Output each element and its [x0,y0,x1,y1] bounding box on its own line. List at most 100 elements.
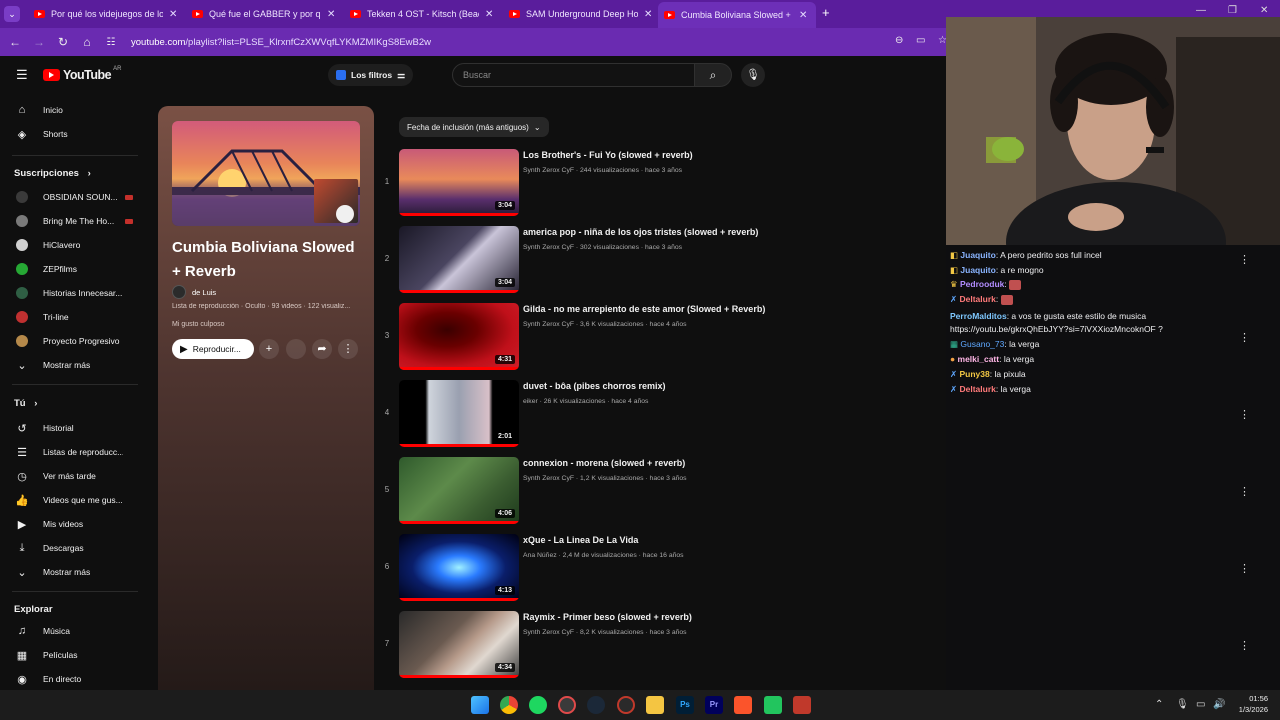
close-tab-icon[interactable]: ✕ [644,9,652,20]
playlist-video-row[interactable]: 5 4:06 connexion - morena (slowed + reve… [380,457,940,529]
site-info-icon[interactable]: ☷ [99,37,123,48]
browser-tab[interactable]: Tekken 4 OST - Kitsch (Beach St ✕ [344,4,493,24]
app-icon[interactable] [558,696,576,714]
more-options-button[interactable]: ⋮ [338,339,358,359]
playlist-video-row[interactable]: 1 3:04 Los Brother's - Fui Yo (slowed + … [380,149,940,221]
playlist-owner[interactable]: de Luis [172,285,216,299]
home-icon[interactable]: ⌂ [75,35,99,49]
sidebar-item-channel[interactable]: ZEPfilms [0,258,138,280]
sidebar-item-channel[interactable]: OBSIDIAN SOUN... [0,186,138,208]
video-thumbnail[interactable]: 4:31 [399,303,519,370]
app-icon-2[interactable] [617,696,635,714]
playlist-cover-thumbnail[interactable] [172,121,360,226]
video-title[interactable]: Los Brother's - Fui Yo (slowed + reverb) [523,150,693,160]
browser-tab[interactable]: Por qué los videjuegos de los 2 ✕ [28,4,177,24]
sidebar-item-downloads[interactable]: ⤓ Descargas [0,537,138,559]
playlist-video-row[interactable]: 4 2:01 duvet - bôa (pibes chorros remix)… [380,380,940,452]
sort-dropdown[interactable]: Fecha de inclusión (más antiguos) ⌄ [399,117,549,137]
video-thumbnail[interactable]: 3:04 [399,149,519,216]
more-vertical-icon[interactable]: ⋮ [1239,562,1250,575]
more-vertical-icon[interactable]: ⋮ [1239,485,1250,498]
maximize-window-icon[interactable]: ❐ [1228,5,1237,16]
playlist-video-row[interactable]: 2 3:04 america pop - niña de los ojos tr… [380,226,940,298]
sidebar-item-channel[interactable]: Tri-line [0,306,138,328]
video-title[interactable]: duvet - bôa (pibes chorros remix) [523,381,666,391]
video-thumbnail[interactable]: 4:13 [399,534,519,601]
playlist-video-row[interactable]: 6 4:13 xQue - La Linea De La Vida Ana Nú… [380,534,940,606]
you-header[interactable]: Tú › [14,398,37,409]
browser-tab[interactable]: Qué fue el GABBER y por qué a ✕ [186,4,335,24]
video-thumbnail[interactable]: 4:34 [399,611,519,678]
url-field[interactable]: youtube.com/playlist?list=PLSE_KlrxnfCzX… [131,37,431,48]
sidebar-item-liked[interactable]: 👍 Videos que me gus... [0,489,138,511]
sidebar-item-shorts[interactable]: ◈ Shorts [0,123,138,145]
filters-button[interactable]: Los filtros ⚌ [328,64,414,86]
windows-start-icon[interactable] [471,696,489,714]
chat-username[interactable]: Deltalurk [960,294,996,304]
video-thumbnail[interactable]: 4:06 [399,457,519,524]
brave-icon[interactable] [734,696,752,714]
sidebar-item-playlists[interactable]: ☰ Listas de reproducc... [0,441,138,463]
video-title[interactable]: Raymix - Primer beso (slowed + reverb) [523,612,692,622]
chrome-icon[interactable] [500,696,518,714]
minimize-window-icon[interactable]: — [1196,5,1206,16]
video-title[interactable]: connexion - morena (slowed + reverb) [523,458,685,468]
save-playlist-button[interactable]: + [259,339,279,359]
chat-username[interactable]: Juaquito [960,250,995,260]
forward-icon[interactable]: → [27,35,51,49]
back-icon[interactable]: ← [3,35,27,49]
more-vertical-icon[interactable]: ⋮ [1239,408,1250,421]
sidebar-show-more[interactable]: ⌄ Mostrar más [0,561,138,583]
search-button[interactable]: ⌕ [694,63,732,87]
zoom-icon[interactable]: ⊖ [895,35,903,46]
more-vertical-icon[interactable]: ⋮ [1239,639,1250,652]
taskbar-clock[interactable]: 01:56 1/3/2026 [1239,693,1268,715]
more-vertical-icon[interactable]: ⋮ [1239,253,1250,266]
chat-username[interactable]: Gusano_73 [960,339,1004,349]
new-tab-button[interactable]: + [822,5,830,20]
sidebar-item-channel[interactable]: Historias Innecesar... [0,282,138,304]
close-tab-icon[interactable]: ✕ [327,9,335,20]
chat-username[interactable]: Pedrooduk [960,279,1004,289]
sidebar-item-channel[interactable]: Proyecto Progresivo [0,330,138,352]
cast-icon[interactable]: ▭ [916,35,925,46]
subscriptions-header[interactable]: Suscripciones › [14,168,91,179]
sidebar-show-more[interactable]: ⌄ Mostrar más [0,354,138,376]
app-green-icon[interactable] [764,696,782,714]
chat-username[interactable]: melki_catt [958,354,1000,364]
share-button[interactable]: ➦ [312,339,332,359]
sidebar-item-movies[interactable]: ▦ Películas [0,644,138,666]
voicemeeter-icon[interactable] [793,696,811,714]
video-title[interactable]: america pop - niña de los ojos tristes (… [523,227,758,237]
volume-icon[interactable]: 🔊 [1213,699,1225,710]
chevron-up-icon[interactable]: ⌃ [1155,699,1163,710]
steam-icon[interactable] [587,696,605,714]
close-tab-icon[interactable]: ✕ [485,9,493,20]
close-window-icon[interactable]: ✕ [1260,5,1268,16]
video-thumbnail[interactable]: 2:01 [399,380,519,447]
chat-link[interactable]: https://youtu.be/gkrxQhEbJYY?si=7iVXXioz… [950,324,1163,334]
sidebar-item-watch-later[interactable]: ◷ Ver más tarde [0,465,138,487]
sidebar-item-channel[interactable]: HiClavero [0,234,138,256]
search-input[interactable]: Buscar [452,63,695,87]
playlist-video-row[interactable]: 3 4:31 Gilda - no me arrepiento de este … [380,303,940,375]
sidebar-item-music[interactable]: ♫ Música [0,620,138,642]
chat-username[interactable]: Deltalurk [960,384,996,394]
premiere-icon[interactable]: Pr [705,696,723,714]
spotify-icon[interactable] [529,696,547,714]
close-tab-icon[interactable]: ✕ [799,10,807,21]
video-title[interactable]: Gilda - no me arrepiento de este amor (S… [523,304,765,314]
sidebar-item-history[interactable]: ↺ Historial [0,417,138,439]
more-vertical-icon[interactable]: ⋮ [1239,331,1250,344]
voice-search-button[interactable]: 🎙 [741,63,765,87]
sidebar-item-live[interactable]: ◉ En directo [0,668,138,690]
sidebar-item-my-videos[interactable]: ▶ Mis videos [0,513,138,535]
video-thumbnail[interactable]: 3:04 [399,226,519,293]
microphone-icon[interactable]: 🎙 [1176,699,1189,710]
play-all-button[interactable]: ▶ Reproducir... [172,339,254,359]
browser-tab[interactable]: SAM Underground Deep House ✕ [503,4,652,24]
reload-icon[interactable]: ↻ [51,35,75,49]
playlist-video-row[interactable]: 7 4:34 Raymix - Primer beso (slowed + re… [380,611,940,683]
close-tab-icon[interactable]: ✕ [169,9,177,20]
photoshop-icon[interactable]: Ps [676,696,694,714]
